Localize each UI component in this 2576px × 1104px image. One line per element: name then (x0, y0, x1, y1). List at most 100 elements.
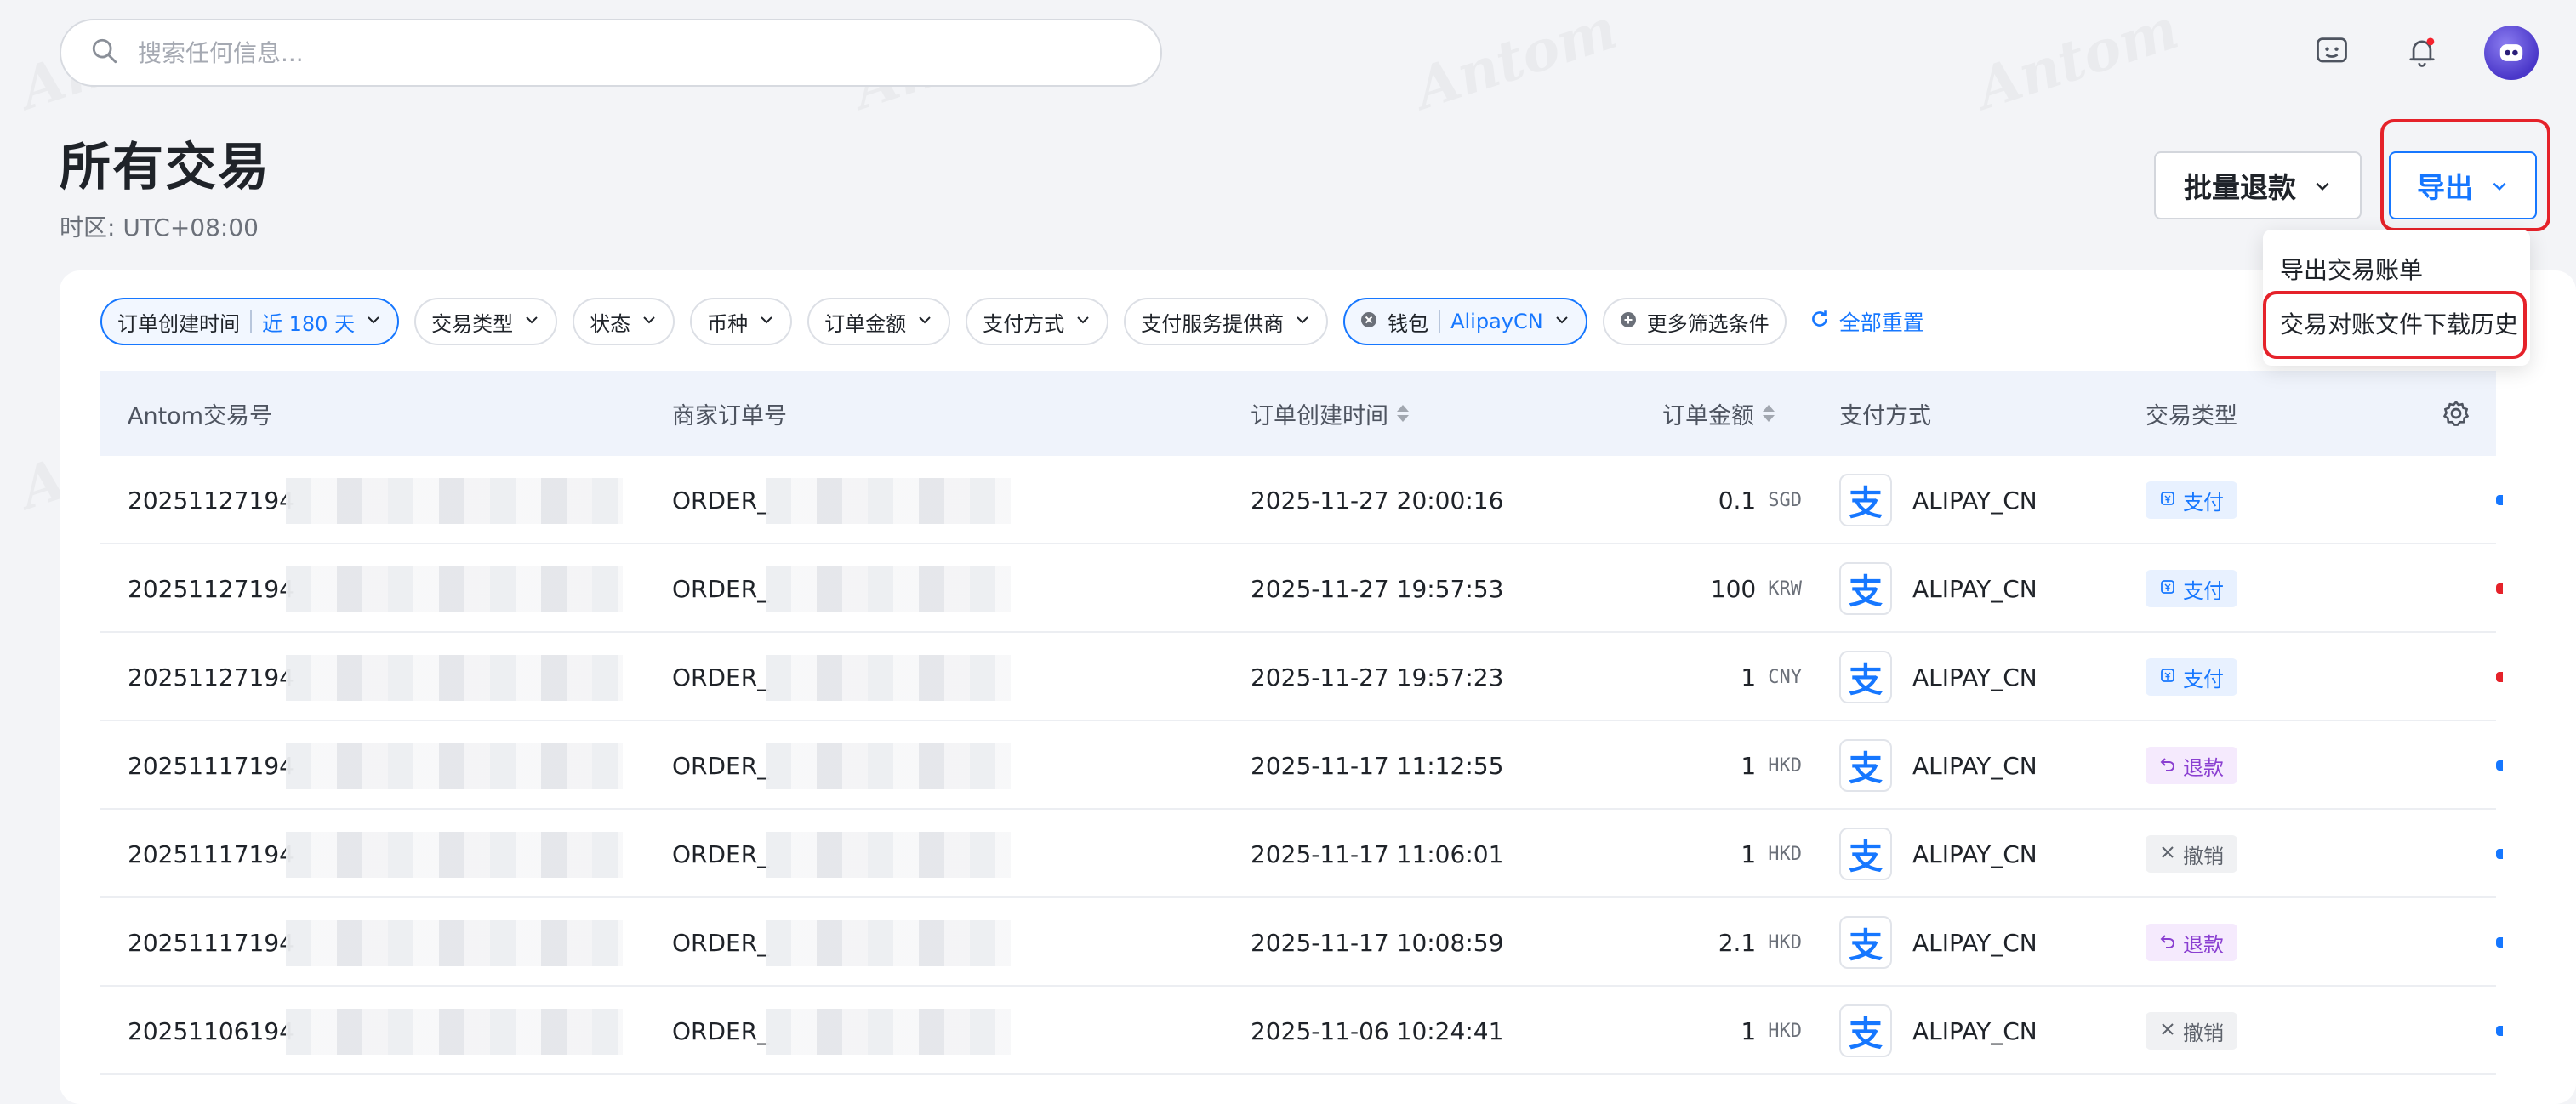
order-amount: 0.1 SGD (1632, 456, 1802, 544)
filter-label: 支付服务提供商 (1141, 311, 1285, 336)
type-badge: 支付 (2146, 658, 2237, 696)
filter-provider[interactable]: 支付服务提供商 (1124, 298, 1329, 345)
payment-icon (2159, 488, 2176, 512)
table-row[interactable]: 20251127194 ORDER_ 2025-11-27 19:57:23 1… (100, 633, 2503, 721)
assistant-icon[interactable] (2305, 26, 2358, 78)
alipay-icon: 支 (1839, 739, 1892, 792)
tx-number[interactable]: 20251117194 (128, 810, 294, 898)
chevron-down-icon (365, 310, 382, 333)
order-amount: 2.1 HKD (1632, 898, 1802, 987)
redacted-block (766, 566, 1011, 612)
order-number[interactable]: ORDER_ (672, 898, 769, 987)
status-dot (2496, 849, 2503, 859)
filter-label: 钱包 (1388, 311, 1429, 336)
created-time: 2025-11-17 11:12:55 (1251, 751, 1504, 780)
tx-number[interactable]: 20251127194 (128, 633, 294, 721)
status-dot (2496, 583, 2503, 594)
redacted-block (286, 478, 623, 524)
alipay-icon: 支 (1839, 916, 1892, 969)
filter-amount[interactable]: 订单金额 (807, 298, 951, 345)
sort-icon[interactable] (1763, 405, 1775, 422)
sort-icon[interactable] (1397, 405, 1409, 422)
currency-code: HKD (1768, 931, 1802, 953)
order-number[interactable]: ORDER_ (672, 987, 769, 1075)
filter-payment-method[interactable]: 支付方式 (966, 298, 1109, 345)
amount-value: 100 (1710, 574, 1757, 603)
transaction-type: 支付 (2146, 456, 2237, 544)
search-input[interactable] (136, 37, 1114, 68)
table-row[interactable]: 20251117194 ORDER_ 2025-11-17 11:12:55 1… (100, 721, 2503, 810)
filter-created-time[interactable]: 订单创建时间 近 180 天 (100, 298, 400, 345)
method-name: ALIPAY_CN (1912, 486, 2037, 515)
table-row[interactable]: 20251117194 ORDER_ 2025-11-17 11:06:01 1… (100, 810, 2503, 898)
status-dot (2496, 937, 2503, 948)
filter-value: 近 180 天 (262, 311, 356, 336)
payment-icon (2159, 577, 2176, 600)
table-row[interactable]: 20251127194 ORDER_ 2025-11-27 20:00:16 0… (100, 456, 2503, 544)
filter-status[interactable]: 状态 (573, 298, 675, 345)
currency-code: CNY (1768, 666, 1802, 688)
currency-code: HKD (1768, 754, 1802, 777)
payment-method: 支 ALIPAY_CN (1839, 721, 2037, 810)
amount-value: 1 (1741, 663, 1757, 691)
search-bar[interactable] (60, 19, 1162, 87)
currency-code: KRW (1768, 578, 1802, 600)
redacted-block (766, 743, 1011, 789)
order-number[interactable]: ORDER_ (672, 810, 769, 898)
tx-number[interactable]: 20251117194 (128, 898, 294, 987)
filter-label: 更多筛选条件 (1646, 311, 1770, 336)
type-label: 撤销 (2183, 844, 2224, 868)
order-number[interactable]: ORDER_ (672, 633, 769, 721)
alipay-icon: 支 (1839, 651, 1892, 703)
filter-wallet[interactable]: 钱包 AlipayCN (1343, 298, 1587, 345)
column-header[interactable]: 订单创建时间 (1251, 371, 1409, 456)
status-dot (2496, 1026, 2503, 1036)
table-row[interactable]: 20251127194 ORDER_ 2025-11-27 19:57:53 1… (100, 544, 2503, 633)
filter-label: 交易类型 (431, 311, 514, 336)
avatar[interactable] (2484, 26, 2539, 80)
bulk-refund-button[interactable]: 批量退款 (2154, 151, 2362, 219)
clear-icon[interactable] (1360, 310, 1377, 333)
transaction-type: 退款 (2146, 898, 2237, 987)
created-time: 2025-11-17 11:06:01 (1251, 839, 1504, 868)
tx-number[interactable]: 20251127194 (128, 544, 294, 633)
column-header[interactable]: 订单金额 (1662, 371, 1775, 456)
more-filters-button[interactable]: 更多筛选条件 (1602, 298, 1787, 345)
payment-method: 支 ALIPAY_CN (1839, 810, 2037, 898)
reset-all-button[interactable]: 全部重置 (1809, 306, 1924, 337)
search-icon (90, 37, 119, 69)
order-number[interactable]: ORDER_ (672, 544, 769, 633)
order-amount: 1 HKD (1632, 721, 1802, 810)
reset-label: 全部重置 (1838, 310, 1924, 335)
order-number[interactable]: ORDER_ (672, 456, 769, 544)
status-dot (2496, 760, 2503, 771)
table-row[interactable]: 20251117194 ORDER_ 2025-11-17 10:08:59 2… (100, 898, 2503, 987)
close-icon (2159, 842, 2176, 866)
transaction-type: 撤销 (2146, 810, 2237, 898)
column-header: 支付方式 (1839, 402, 1931, 430)
type-label: 撤销 (2183, 1021, 2224, 1045)
notification-bell-icon[interactable] (2396, 26, 2448, 78)
menu-item-export-bill[interactable]: 导出交易账单 (2280, 252, 2423, 286)
column-header: 商家订单号 (672, 402, 787, 430)
bulk-refund-label: 批量退款 (2184, 171, 2296, 204)
transaction-type: 退款 (2146, 721, 2237, 810)
order-amount: 1 CNY (1632, 633, 1802, 721)
transaction-type: 支付 (2146, 544, 2237, 633)
order-amount: 1 HKD (1632, 987, 1802, 1075)
settings-gear-icon[interactable] (2442, 371, 2471, 456)
chevron-down-icon (1074, 310, 1091, 333)
filter-transaction-type[interactable]: 交易类型 (414, 298, 558, 345)
payment-method: 支 ALIPAY_CN (1839, 456, 2037, 544)
chevron-down-icon (1553, 310, 1570, 333)
type-label: 退款 (2183, 932, 2224, 957)
type-label: 支付 (2183, 578, 2224, 603)
currency-code: HKD (1768, 1020, 1802, 1042)
tx-number[interactable]: 20251117194 (128, 721, 294, 810)
filter-currency[interactable]: 币种 (690, 298, 793, 345)
order-number[interactable]: ORDER_ (672, 721, 769, 810)
tx-number[interactable]: 20251127194 (128, 456, 294, 544)
timezone-label: 时区: UTC+08:00 (60, 213, 259, 242)
table-row[interactable]: 20251106194 ORDER_ 2025-11-06 10:24:41 1… (100, 987, 2503, 1075)
tx-number[interactable]: 20251106194 (128, 987, 294, 1075)
